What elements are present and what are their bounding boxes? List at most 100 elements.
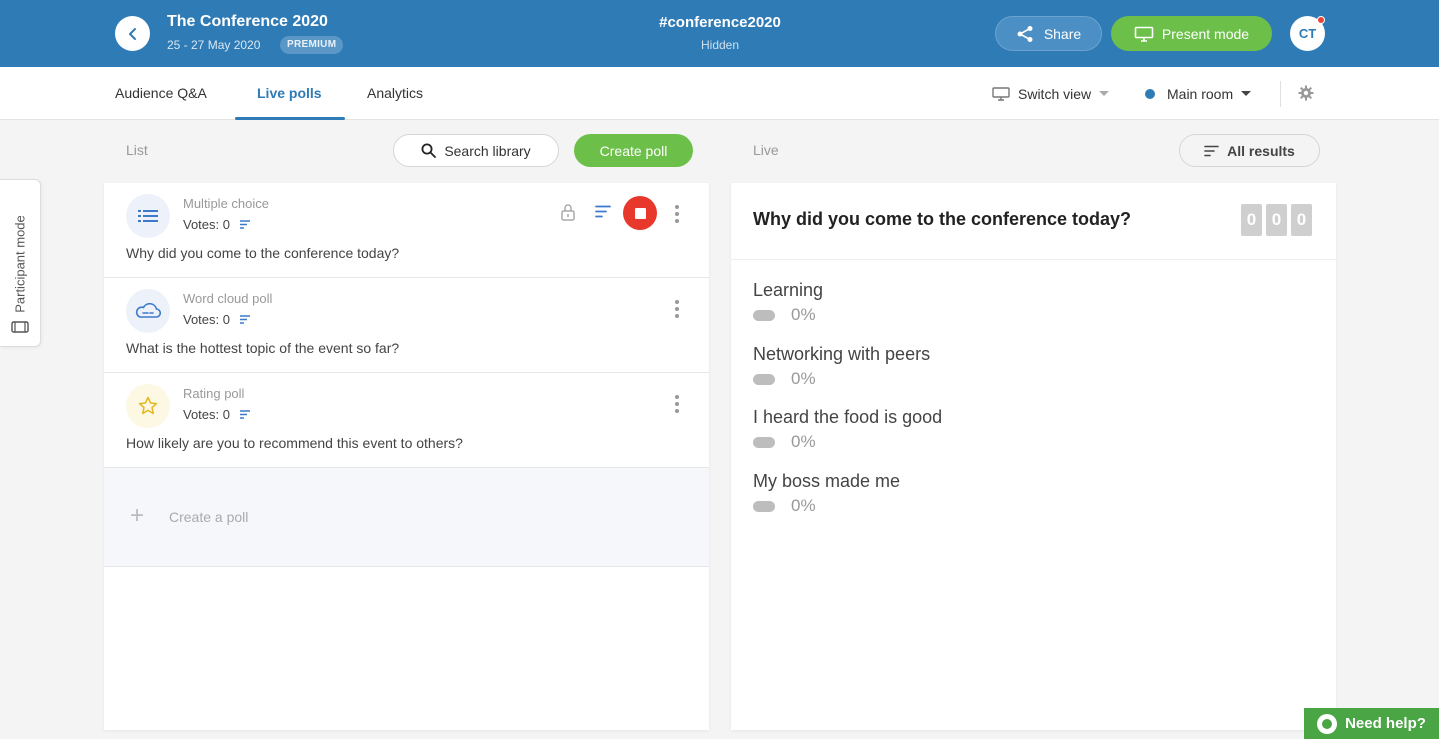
search-icon xyxy=(421,143,437,158)
event-code[interactable]: #conference2020 xyxy=(620,14,820,31)
create-a-poll-label: Create a poll xyxy=(169,509,249,525)
poll-option: Networking with peers 0% xyxy=(753,344,1313,404)
live-poll-question: Why did you come to the conference today… xyxy=(753,209,1132,229)
lock-poll-button[interactable] xyxy=(560,203,576,226)
tab-analytics[interactable]: Analytics xyxy=(367,67,423,120)
cloud-icon xyxy=(135,303,161,318)
share-label: Share xyxy=(1043,25,1082,42)
present-mode-button[interactable]: Present mode xyxy=(1111,16,1272,51)
user-avatar[interactable]: CT xyxy=(1290,16,1325,51)
poll-votes-count: Votes: 0 xyxy=(183,217,230,232)
avatar-initials: CT xyxy=(1298,26,1317,41)
poll-votes-count: Votes: 0 xyxy=(183,312,230,327)
event-visibility: Hidden xyxy=(700,38,740,52)
poll-votes-count: Votes: 0 xyxy=(183,407,230,422)
caret-down-icon xyxy=(1099,91,1110,96)
settings-button[interactable] xyxy=(1298,85,1314,106)
option-result-bar xyxy=(753,437,775,448)
poll-more-menu[interactable] xyxy=(671,205,683,223)
create-poll-button[interactable]: Create poll xyxy=(574,134,693,167)
all-results-label: All results xyxy=(1227,142,1295,159)
caret-down-icon xyxy=(1241,91,1252,96)
nav-divider xyxy=(1280,81,1281,107)
list-icon xyxy=(138,210,158,222)
room-label: Main room xyxy=(1167,86,1234,102)
option-percent: 0% xyxy=(791,432,816,451)
need-help-button[interactable]: Need help? xyxy=(1304,708,1439,739)
option-percent: 0% xyxy=(791,496,816,515)
room-dropdown[interactable]: Main room xyxy=(1145,84,1252,104)
participant-mode-tab[interactable]: Participant mode xyxy=(0,179,41,347)
live-poll-panel: Why did you come to the conference today… xyxy=(731,183,1336,730)
list-label: List xyxy=(126,142,148,158)
need-help-label: Need help? xyxy=(1345,715,1426,732)
create-a-poll-row[interactable]: + Create a poll xyxy=(104,468,709,567)
option-percent: 0% xyxy=(791,369,816,388)
vote-counter: 0 0 0 xyxy=(1241,204,1312,236)
tab-live-polls[interactable]: Live polls xyxy=(257,67,322,120)
monitor-icon xyxy=(1134,26,1154,42)
results-icon xyxy=(595,205,611,218)
results-icon xyxy=(239,220,250,229)
divider xyxy=(731,259,1336,260)
chevron-left-icon xyxy=(128,27,136,40)
live-label: Live xyxy=(753,142,779,158)
notification-dot xyxy=(1317,16,1325,24)
poll-results-button[interactable] xyxy=(595,205,611,223)
poll-type-badge xyxy=(126,384,170,428)
option-result-bar xyxy=(753,501,775,512)
search-library-button[interactable]: Search library xyxy=(393,134,559,167)
poll-type-label: Rating poll xyxy=(183,386,245,401)
option-percent: 0% xyxy=(791,305,816,324)
option-result-bar xyxy=(753,374,775,385)
chat-icon xyxy=(1317,713,1338,734)
share-button[interactable]: Share xyxy=(995,16,1102,51)
poll-votes: Votes: 0 xyxy=(183,407,250,422)
back-button[interactable] xyxy=(115,16,150,51)
option-result-bar xyxy=(753,310,775,321)
poll-item-rating[interactable]: Rating poll Votes: 0 How likely are you … xyxy=(104,373,709,468)
device-icon xyxy=(11,321,29,333)
room-status-dot xyxy=(1145,89,1155,99)
poll-list-panel: Multiple choice Votes: 0 Why did you com… xyxy=(104,183,709,730)
poll-more-menu[interactable] xyxy=(671,395,683,413)
counter-digit: 0 xyxy=(1266,204,1287,236)
option-label: Learning xyxy=(753,280,824,300)
poll-item-word-cloud[interactable]: Word cloud poll Votes: 0 What is the hot… xyxy=(104,278,709,373)
poll-type-badge xyxy=(126,289,170,333)
poll-question: What is the hottest topic of the event s… xyxy=(126,340,400,356)
option-label: My boss made me xyxy=(753,471,901,491)
active-tab-indicator xyxy=(235,117,345,120)
plan-badge: PREMIUM xyxy=(280,36,344,54)
results-icon xyxy=(239,315,250,324)
nav-bar: Audience Q&A Live polls Analytics Switch… xyxy=(0,67,1439,120)
results-icon xyxy=(1204,145,1219,156)
poll-more-menu[interactable] xyxy=(671,300,683,318)
results-icon xyxy=(239,410,250,419)
plus-icon: + xyxy=(130,502,145,529)
poll-item-multiple-choice[interactable]: Multiple choice Votes: 0 Why did you com… xyxy=(104,183,709,278)
top-header: The Conference 2020 25 - 27 May 2020 PRE… xyxy=(0,0,1439,67)
switch-view-label: Switch view xyxy=(1018,86,1092,102)
gear-icon xyxy=(1298,85,1314,101)
counter-digit: 0 xyxy=(1291,204,1312,236)
switch-view-dropdown[interactable]: Switch view xyxy=(992,84,1110,104)
poll-votes: Votes: 0 xyxy=(183,217,250,232)
event-title: The Conference 2020 xyxy=(167,13,328,30)
poll-question: How likely are you to recommend this eve… xyxy=(126,435,463,451)
option-label: I heard the food is good xyxy=(753,407,943,427)
lock-icon xyxy=(561,204,575,221)
option-label: Networking with peers xyxy=(753,344,931,364)
poll-votes: Votes: 0 xyxy=(183,312,250,327)
search-library-label: Search library xyxy=(444,142,531,159)
counter-digit: 0 xyxy=(1241,204,1262,236)
poll-type-badge xyxy=(126,194,170,238)
tab-audience-qa[interactable]: Audience Q&A xyxy=(115,67,207,120)
poll-option: My boss made me 0% xyxy=(753,471,1313,531)
poll-option: I heard the food is good 0% xyxy=(753,407,1313,467)
share-icon xyxy=(1017,25,1033,42)
monitor-icon xyxy=(992,87,1010,101)
stop-poll-button[interactable] xyxy=(623,196,657,230)
event-dates: 25 - 27 May 2020 xyxy=(167,38,261,52)
all-results-button[interactable]: All results xyxy=(1179,134,1320,167)
